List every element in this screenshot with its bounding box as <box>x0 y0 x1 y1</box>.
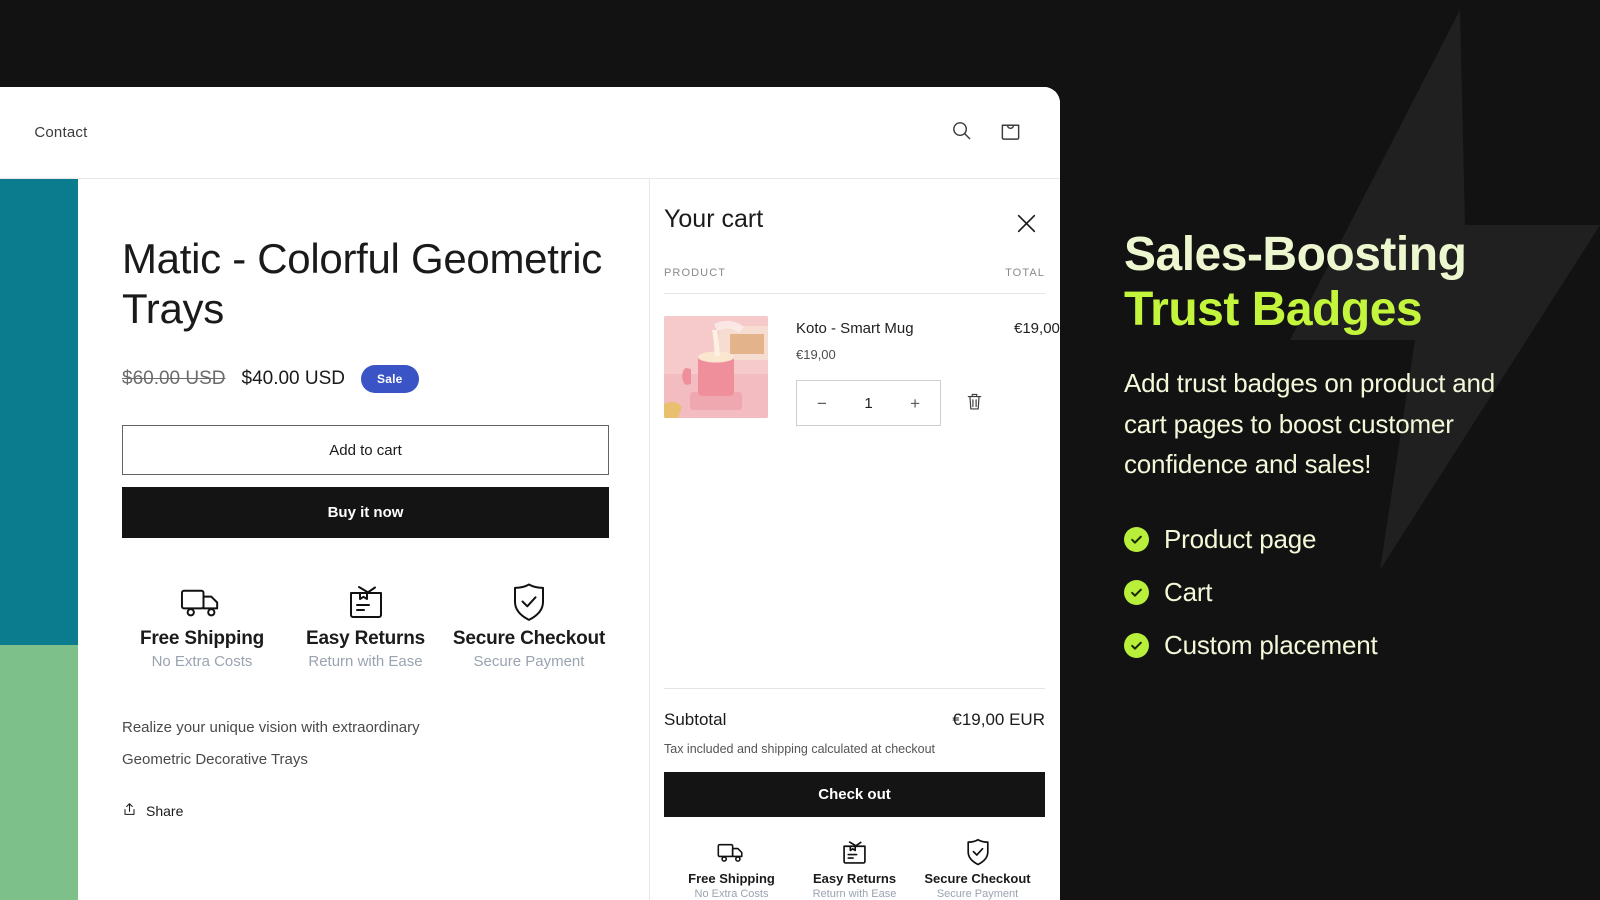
delivery-truck-icon <box>122 581 282 623</box>
promo-description: Add trust badges on product and cart pag… <box>1124 368 1496 480</box>
gallery-image-teal[interactable] <box>0 179 78 645</box>
check-circle-icon <box>1124 580 1149 606</box>
shield-check-icon <box>920 837 1035 867</box>
store-nav: g Contact <box>0 124 87 141</box>
return-box-icon <box>797 837 912 867</box>
page-title: Matic - Colorful Geometric Trays <box>122 235 602 332</box>
list-item: Custom placement <box>1124 630 1584 661</box>
trash-icon[interactable] <box>963 389 986 417</box>
trust-badge-free-shipping: Free Shipping No Extra Costs <box>122 581 282 670</box>
promo-feature-list: Product page Cart Custom placement <box>1124 524 1584 661</box>
cart-col-product: PRODUCT <box>664 267 727 279</box>
close-icon[interactable] <box>1010 207 1043 243</box>
quantity-decrease-button[interactable]: − <box>813 393 831 414</box>
price-row: $60.00 USD $40.00 USD Sale <box>122 365 609 394</box>
promo-heading-line1: Sales-Boosting <box>1124 228 1467 281</box>
trust-badge-free-shipping: Free Shipping No Extra Costs <box>674 837 789 900</box>
promo-heading: Sales-Boosting Trust Badges <box>1124 228 1584 337</box>
list-item: Cart <box>1124 577 1584 608</box>
list-item: Product page <box>1124 524 1584 555</box>
list-item: Koto - Smart Mug €19,00 − 1 + €19,00 <box>664 316 1060 426</box>
trust-badge-subtitle: Secure Payment <box>936 888 1019 900</box>
trust-badge-easy-returns: Easy Returns Return with Ease <box>286 581 446 670</box>
shield-check-icon <box>449 581 609 623</box>
subtotal-value: €19,00 EUR <box>952 710 1045 729</box>
trust-badge-easy-returns: Easy Returns Return with Ease <box>797 837 912 900</box>
tax-note: Tax included and shipping calculated at … <box>664 742 936 756</box>
cart-title: Your cart <box>664 205 764 233</box>
share-icon <box>122 802 137 820</box>
delivery-truck-icon <box>674 837 789 867</box>
header-icon-group <box>950 119 1022 147</box>
subtotal-row: Subtotal €19,00 EUR <box>664 689 1045 730</box>
cart-item-info: Koto - Smart Mug €19,00 − 1 + <box>796 316 986 426</box>
nav-link-contact[interactable]: Contact <box>34 124 87 141</box>
store-header: g Contact <box>0 87 1060 179</box>
trust-badge-subtitle: Return with Ease <box>308 653 423 671</box>
current-price: $40.00 USD <box>241 368 346 390</box>
trust-badge-title: Easy Returns <box>812 871 897 886</box>
promo-content: Sales-Boosting Trust Badges Add trust ba… <box>1124 228 1584 683</box>
shopping-bag-icon[interactable] <box>999 119 1022 147</box>
cart-item-name[interactable]: Koto - Smart Mug <box>796 320 986 337</box>
cart-item-quantity-row: − 1 + <box>796 380 986 426</box>
share-button[interactable]: Share <box>122 802 609 820</box>
promo-feature-label: Custom placement <box>1164 630 1378 661</box>
product-description: Realize your unique vision with extraord… <box>122 719 420 768</box>
trust-badge-title: Free Shipping <box>139 628 265 650</box>
trust-badge-subtitle: Return with Ease <box>812 888 897 900</box>
trust-badge-subtitle: No Extra Costs <box>151 653 253 671</box>
cart-item-unit-price: €19,00 <box>796 347 836 362</box>
buy-it-now-button[interactable]: Buy it now <box>122 487 609 539</box>
cart-item-list: Koto - Smart Mug €19,00 − 1 + €19,00 <box>664 294 1060 688</box>
promo-feature-label: Cart <box>1164 577 1213 608</box>
trust-badge-title: Secure Checkout <box>452 628 606 650</box>
checkout-button[interactable]: Check out <box>664 772 1045 817</box>
cart-trust-badges: Free Shipping No Extra Costs Easy Return… <box>664 837 1045 900</box>
search-icon[interactable] <box>950 119 973 147</box>
status-badge: Sale <box>361 365 419 394</box>
cart-footer: Subtotal €19,00 EUR Tax included and shi… <box>664 688 1045 900</box>
product-details-column: Matic - Colorful Geometric Trays $60.00 … <box>78 179 649 900</box>
quantity-value: 1 <box>864 394 873 412</box>
cart-column-headers: PRODUCT TOTAL <box>664 267 1045 294</box>
gallery-image-green[interactable] <box>0 645 78 900</box>
store-body: Matic - Colorful Geometric Trays $60.00 … <box>0 179 1060 900</box>
check-circle-icon <box>1124 527 1149 553</box>
store-window: g Contact Matic - Colorful Geometric Tra… <box>0 87 1060 900</box>
trust-badge-secure-checkout: Secure Checkout Secure Payment <box>920 837 1035 900</box>
check-circle-icon <box>1124 633 1149 659</box>
cart-drawer: Your cart PRODUCT TOTAL Koto - Smart Mug… <box>649 179 1060 900</box>
trust-badge-secure-checkout: Secure Checkout Secure Payment <box>449 581 609 670</box>
trust-badge-title: Secure Checkout <box>924 871 1031 886</box>
trust-badge-title: Free Shipping <box>688 871 775 886</box>
cart-col-total: TOTAL <box>1005 267 1045 279</box>
trust-badge-title: Easy Returns <box>305 628 426 650</box>
return-box-icon <box>286 581 446 623</box>
cart-header: Your cart <box>664 179 1045 243</box>
trust-badge-subtitle: Secure Payment <box>473 653 585 671</box>
compare-at-price: $60.00 USD <box>122 368 226 390</box>
quantity-increase-button[interactable]: + <box>906 393 924 414</box>
subtotal-label: Subtotal <box>664 710 727 729</box>
product-gallery-strip <box>0 179 78 900</box>
promo-heading-line2: Trust Badges <box>1124 282 1423 336</box>
share-label: Share <box>146 803 184 820</box>
product-trust-badges: Free Shipping No Extra Costs Easy Return… <box>122 581 609 670</box>
quantity-stepper[interactable]: − 1 + <box>796 380 941 426</box>
trust-badge-subtitle: No Extra Costs <box>694 888 769 900</box>
promo-feature-label: Product page <box>1164 524 1317 555</box>
add-to-cart-button[interactable]: Add to cart <box>122 425 609 476</box>
cart-item-thumbnail[interactable] <box>664 316 768 418</box>
cart-item-line-total: €19,00 <box>1014 320 1060 337</box>
